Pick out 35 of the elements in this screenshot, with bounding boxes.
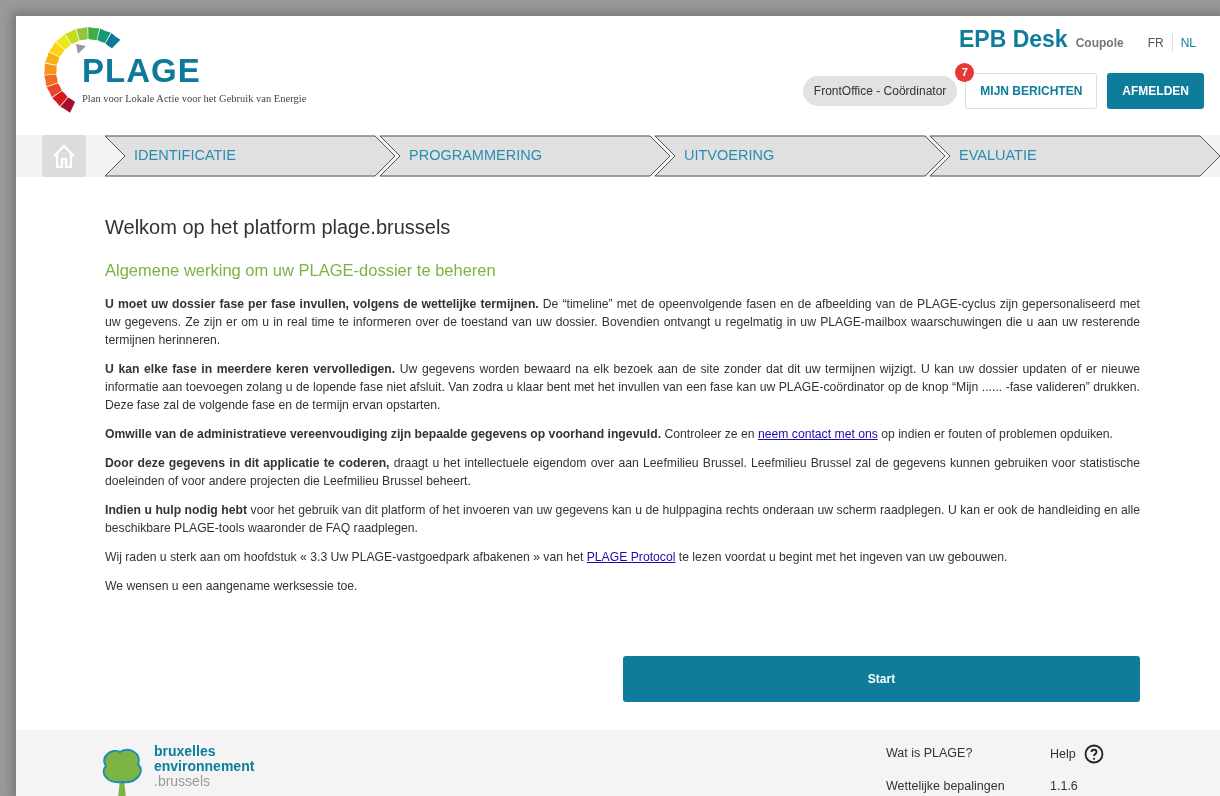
start-button[interactable]: Start bbox=[623, 655, 1140, 702]
help-link[interactable]: Help bbox=[1050, 744, 1076, 764]
paragraph: Wij raden u sterk aan om hoofdstuk « 3.3 Uw PLAGE-vastgoedpark afbakenen » van het PLAGE Protocol te lezen voordat u begint met het ingeven van uw gebouwen. bbox=[105, 548, 1009, 566]
help-icon[interactable] bbox=[1083, 744, 1104, 765]
paragraph: Door deze gegevens in dit applicatie te coderen, draagt u het intellectuele eigendom over aan Leefmilieu Brussel. Leefmilieu Brussel zal de gegevens kunnen gebruiken voor statistische doeleinden of voor andere projecten die Leefmilieu Brussel beheert. bbox=[105, 454, 1140, 490]
page-title: Welkom op het platform plage.brussels bbox=[105, 215, 452, 239]
paragraph: We wensen u een aangename werksessie toe. bbox=[105, 577, 359, 595]
paragraph: U moet uw dossier fase per fase invullen, volgens de wettelijke termijnen. De “timeline” met de opeenvolgende fasen en de afbeelding van de PLAGE-cyclus zijn gepersonaliseerd met uw gegevens. Ze zijn er om u in real time te informeren over de toestand van uw dossier. Bovendien ontvangt u regelmatig in uw PLAGE-mailbox waarschuwingen die u aan uw resterende termijnen herinneren. bbox=[105, 295, 1140, 349]
app-title: EPB Desk bbox=[959, 25, 1068, 54]
language-link[interactable]: FR bbox=[1139, 34, 1172, 52]
step-tab[interactable]: PROGRAMMERING bbox=[379, 135, 671, 177]
step-tab[interactable]: EVALUATIE bbox=[929, 135, 1220, 177]
messages-button[interactable]: MIJN BERICHTEN bbox=[965, 72, 1098, 109]
home-icon bbox=[51, 143, 77, 169]
message-count-badge: 7 bbox=[955, 62, 975, 82]
step-tab[interactable]: UITVOERING bbox=[654, 135, 946, 177]
logo-subtitle: Plan voor Lokale Actie voor het Gebruik van Energie bbox=[82, 92, 307, 106]
paragraph: Omwille van de administratieve vereenvoudiging zijn bepaalde gegevens op voorhand ingevuld. Controleer ze en neem contact met ons op indien er fouten of problemen opduiken. bbox=[105, 425, 1114, 443]
version-label: 1.1.6 bbox=[1050, 777, 1079, 795]
step-tab[interactable]: IDENTIFICATIE bbox=[104, 135, 396, 177]
logo-title: PLAGE bbox=[82, 54, 202, 87]
language-link[interactable]: NL bbox=[1171, 34, 1204, 52]
text-link[interactable]: PLAGE Protocol bbox=[586, 549, 676, 564]
org-domain: .brussels bbox=[154, 774, 212, 789]
org-name: bruxelles bbox=[154, 744, 217, 759]
paragraph: U kan elke fase in meerdere keren vervolledigen. Uw gegevens worden bewaard na elk bezoek aan de site zonder dat dit uw termijnen wijzigt. U kan uw dossier updaten of er nieuwe informatie aan toevoegen zolang u de lopende fase niet afsluit. Van zodra u klaar bent met het invullen van een fase kan uw PLAGE-coördinator op de knop “Mijn ...... -fase valideren” drukken. Deze fase zal de volgende fase en de termijn ervan opstarten. bbox=[105, 360, 1140, 414]
footer-link[interactable]: Wat is PLAGE? bbox=[886, 744, 1050, 765]
footer-link[interactable]: Wettelijke bepalingen bbox=[886, 776, 1050, 796]
section-heading: Algemene werking om uw PLAGE-dossier te beheren bbox=[105, 261, 497, 281]
org-name: environnement bbox=[154, 759, 255, 774]
role-label: FrontOffice - Coördinator bbox=[802, 75, 958, 106]
app-subtitle: Coupole bbox=[1075, 35, 1124, 52]
text-link[interactable]: neem contact met ons bbox=[757, 426, 878, 441]
logout-button[interactable]: AFMELDEN bbox=[1107, 72, 1204, 109]
paragraph: Indien u hulp nodig hebt voor het gebruik van dit platform of het invoeren van uw gegevens kan u de hulppagina rechts onderaan uw scherm raadplegen. U kan er ook de handleiding en alle beschikbare PLAGE-tools waaronder de FAQ raadplegen. bbox=[105, 501, 1140, 537]
